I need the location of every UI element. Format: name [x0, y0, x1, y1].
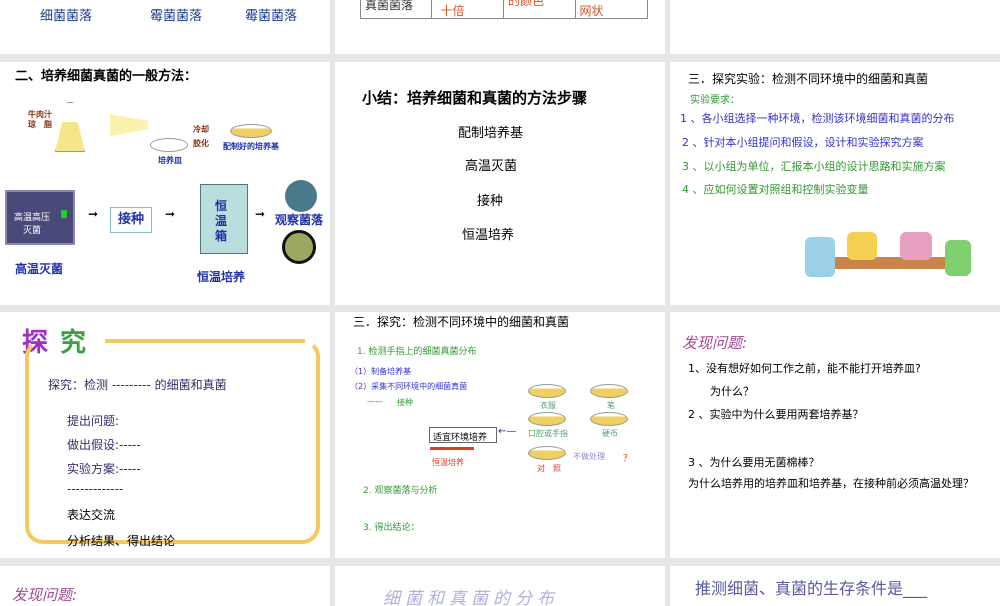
label: 高温高压灭菌: [13, 213, 50, 236]
inquiry-step: 做出假设:-----: [67, 438, 141, 452]
inquiry-step: 实验方案:-----: [67, 462, 141, 476]
question: 1、没有想好如何工作之前，能不能打开培养皿?: [688, 362, 921, 375]
pour-flask-icon: [110, 114, 148, 136]
colony-image-2: [282, 230, 316, 264]
label-mold-colony-2: 霉菌菌落: [245, 9, 298, 24]
label-mold-colony: 霉菌菌落: [150, 9, 203, 24]
petri-dish-icon: [528, 412, 566, 426]
inoculate-box: 接种: [110, 207, 152, 233]
subtitle: 实验要求：: [690, 95, 740, 106]
flask-icon: [55, 102, 85, 152]
table-cell: 的颜色: [504, 0, 576, 18]
slide-title: 二、培养细菌真菌的一般方法：: [15, 69, 198, 84]
table-cell: 网状: [579, 4, 604, 18]
inquiry-step: 分析结果、得出结论: [67, 534, 176, 548]
label: 恒温培养: [197, 270, 246, 284]
label: 接种: [397, 398, 413, 407]
label: 不做处理: [573, 452, 605, 461]
sub-step: （1）制备培养基: [350, 367, 412, 376]
slide-thumbnail-colonies[interactable]: 细菌菌落 霉菌菌落 霉菌菌落: [0, 0, 330, 54]
requirement-item: 3 、以小组为单位，汇报本小组的设计思路和实施方案: [682, 160, 946, 173]
arrow-icon: ➞: [255, 207, 266, 221]
petri-dish-icon: [590, 384, 628, 398]
label: 培养皿: [158, 156, 182, 165]
slide-thumbnail-conditions[interactable]: 推测细菌、真菌的生存条件是___: [670, 566, 1000, 606]
label: 高温灭菌: [15, 262, 64, 276]
step: 3. 得出结论：: [363, 523, 420, 533]
step: 配制培养基: [458, 126, 524, 141]
slide-thumbnail-questions[interactable]: 发现问题: 1、没有想好如何工作之前，能不能打开培养皿? 为什么？ 2 、实验中…: [670, 312, 1000, 558]
autoclave-icon: 高温高压灭菌: [5, 190, 75, 245]
question: 3 、为什么要用无菌棉棒？: [688, 456, 820, 469]
petri-dish-icon: [590, 412, 628, 426]
red-line: [430, 447, 474, 450]
label: 口腔或手指: [528, 429, 568, 438]
step: 接种: [477, 194, 504, 209]
slide-thumbnail-summary[interactable]: 小结：培养细菌和真菌的方法步骤 配制培养基 高温灭菌 接种 恒温培养: [335, 62, 665, 305]
slide-title: 三．探究实验：检测不同环境中的细菌和真菌: [688, 72, 929, 86]
petri-dish-icon: [528, 446, 566, 460]
slide-thumbnail-method[interactable]: 二、培养细菌真菌的一般方法： 牛肉汁 琼 脂 培养皿 冷却 胶化 配制好的培养基…: [0, 62, 330, 305]
sub-step: （2）采集不同环境中的细菌真菌: [350, 382, 468, 391]
inquiry-step: 表达交流: [67, 508, 116, 522]
dash: ——: [367, 397, 383, 406]
slide-thumbnail-distribution[interactable]: 细菌和真菌的分布: [335, 566, 665, 606]
table-cell: 真菌菌落: [361, 0, 433, 18]
incubator-icon: 恒温箱: [200, 184, 248, 254]
slide-thumbnail-blank[interactable]: [670, 0, 1000, 54]
inquiry-step: 提出问题:: [67, 414, 120, 428]
arrow-left-icon: ←—: [498, 426, 517, 437]
question: 2 、实验中为什么要用两套培养基？: [688, 408, 864, 421]
label: 硬币: [602, 429, 618, 438]
arrow-icon: ➞: [88, 207, 99, 221]
inquiry-step: -------------: [67, 482, 124, 496]
step: 恒温培养: [462, 228, 515, 243]
slide-title: 细菌和真菌的分布: [383, 589, 559, 606]
step: 2. 观察菌落与分析: [363, 486, 438, 496]
slide-title: 三．探究：检测不同环境中的细菌和真菌: [353, 315, 570, 329]
inquiry-line: 探究：检测 --------- 的细菌和真菌: [48, 378, 227, 392]
arrow-icon: ➞: [165, 207, 176, 221]
label: 衣服: [540, 401, 556, 410]
label: 配制好的培养基: [223, 142, 279, 151]
label: 冷却: [193, 125, 209, 134]
step: 高温灭菌: [465, 159, 518, 174]
label: 对 照: [537, 464, 561, 473]
colony-image: [285, 180, 317, 212]
slide-title: 发现问题:: [682, 334, 748, 352]
step: 1. 检测手指上的细菌真菌分布: [357, 347, 477, 357]
label: 笔: [607, 401, 615, 410]
slide-thumbnail-table[interactable]: 真菌菌落 十倍 的颜色 网状: [335, 0, 665, 54]
frame-top: [105, 339, 305, 343]
slide-thumbnail-found-problem[interactable]: 发现问题:: [0, 566, 330, 606]
slide-title: 小结：培养细菌和真菌的方法步骤: [362, 89, 588, 107]
slide-thumbnail-experiment[interactable]: 三．探究实验：检测不同环境中的细菌和真菌 实验要求： 1 、各小组选择一种环境，…: [670, 62, 1000, 305]
slide-thumbnail-explore[interactable]: 三．探究：检测不同环境中的细菌和真菌 1. 检测手指上的细菌真菌分布 （1）制备…: [335, 312, 665, 558]
medium-dish-icon: [230, 124, 272, 138]
comparison-table: 真菌菌落 十倍 的颜色 网状: [360, 0, 648, 19]
label: 观察菌落: [275, 213, 324, 227]
question: 为什么培养用的培养皿和培养基，在接种前必须高温处理？: [688, 477, 974, 490]
label: 恒温培养: [432, 458, 464, 467]
requirement-item: 4 、应如何设置对照组和控制实验变量: [682, 183, 869, 196]
students-illustration: [805, 212, 975, 277]
petri-dish-icon: [150, 138, 188, 152]
label-bacteria-colony: 细菌菌落: [40, 9, 93, 24]
culture-box: 适宜环境培养: [429, 427, 497, 443]
label: ？: [623, 454, 633, 464]
question: 为什么？: [710, 385, 754, 398]
requirement-item: 2 、针对本小组提问和假设，设计和实验探究方案: [682, 136, 924, 149]
table-cell: 十倍: [432, 0, 505, 18]
label: 胶化: [193, 139, 209, 148]
slide-title: 发现问题:: [12, 586, 78, 604]
requirement-item: 1 、各小组选择一种环境，检测该环境细菌和真菌的分布: [680, 112, 955, 125]
slide-thumbnail-inquiry[interactable]: 探 究 探究：检测 --------- 的细菌和真菌 提出问题: 做出假设:--…: [0, 312, 330, 558]
slide-title: 推测细菌、真菌的生存条件是___: [695, 579, 928, 598]
petri-dish-icon: [528, 384, 566, 398]
label: 琼 脂: [28, 120, 52, 129]
